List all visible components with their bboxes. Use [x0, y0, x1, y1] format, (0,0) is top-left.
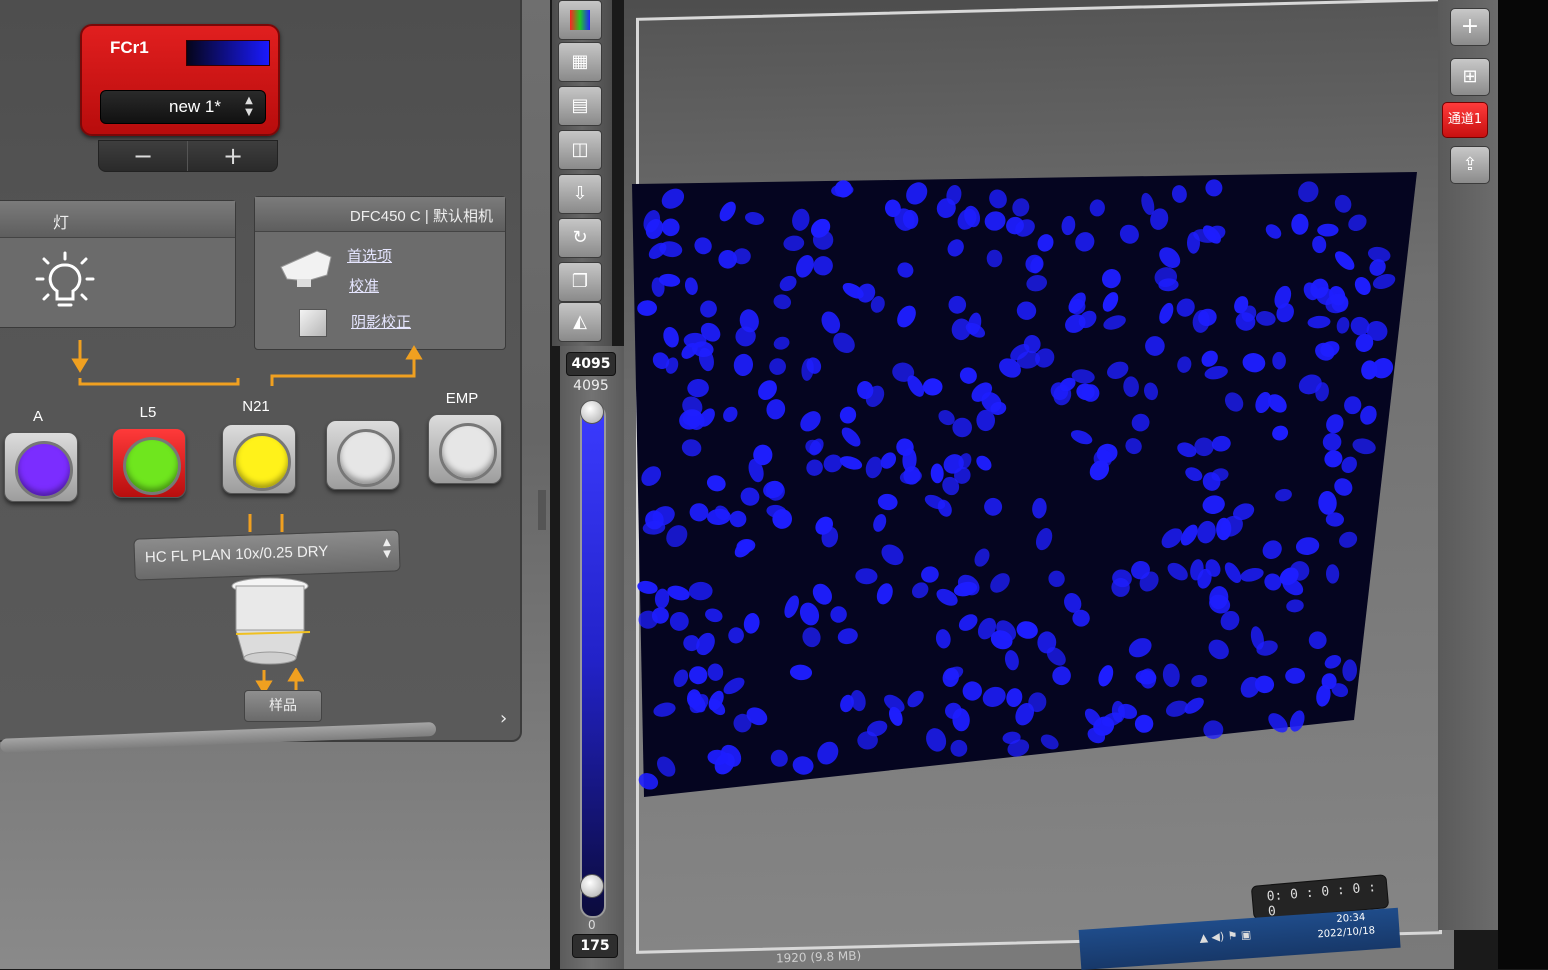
objective-stepper-icon[interactable]: ▲ ▼ [383, 537, 392, 561]
lut-column: 4095 4095 0 175 [560, 346, 624, 969]
overlay-icon[interactable]: ◫ [558, 130, 602, 170]
config-add-remove-bar: − + [98, 140, 278, 172]
add-viewer-button[interactable]: + [1450, 8, 1490, 46]
tray-icons[interactable]: ▲ ◀) ⚑ ▣ [1199, 928, 1252, 945]
filter-n21-disc [233, 433, 291, 491]
camera-icon [280, 250, 332, 287]
remove-config-button[interactable]: − [99, 141, 188, 171]
lightbulb-icon[interactable] [35, 251, 95, 315]
z-icon[interactable]: ⇩ [558, 174, 602, 214]
light-path-lines [71, 340, 423, 386]
camera-title: DFC450 C | 默认相机 [349, 208, 493, 225]
config-value: new 1* [169, 97, 221, 116]
lut-preview-swatch [186, 40, 270, 66]
camera-header: DFC450 C | 默认相机 [255, 197, 505, 232]
nucleus [1072, 609, 1090, 627]
fluorescence-cube-box: FCr1 new 1* ▲ ▼ [80, 24, 280, 136]
lut-min-handle[interactable] [580, 874, 604, 898]
shading-correction-checkbox[interactable] [299, 309, 327, 337]
objective-label: HC FL PLAN 10x/0.25 DRY [144, 542, 329, 567]
grid-layout-icon[interactable]: ⊞ [1450, 58, 1490, 96]
lut-max-handle[interactable] [580, 400, 604, 424]
expand-panel-icon[interactable]: › [500, 708, 507, 729]
measure-icon[interactable]: ▦ [558, 42, 602, 82]
lut-min-input[interactable]: 175 [572, 934, 618, 958]
objective-path-ticks [248, 514, 284, 532]
stack-icon[interactable]: ▤ [558, 86, 602, 126]
panel-splitter-handle[interactable] [538, 490, 546, 530]
objective-select[interactable]: HC FL PLAN 10x/0.25 DRY ▲ ▼ [133, 529, 401, 581]
camera-preferences-link[interactable]: 首选项 [347, 245, 392, 266]
channel-1-button[interactable]: 通道1 [1442, 102, 1488, 138]
monitor-bezel [1498, 0, 1548, 969]
nucleus [1272, 351, 1286, 370]
color-lut-icon[interactable] [558, 0, 602, 40]
viewer-toolbar: ▦ ▤ ◫ ⇩ ↻ ❐ ◭ [552, 0, 612, 346]
filter-n21-button[interactable] [222, 424, 296, 494]
tray-date: 2022/10/18 [1317, 925, 1376, 941]
lut-min-label: 0 [588, 918, 596, 932]
lut-max-input[interactable]: 4095 [566, 352, 616, 376]
filter-l5-button[interactable] [112, 428, 186, 498]
lut-max-label: 4095 [573, 378, 609, 394]
filter-a-disc [15, 441, 73, 499]
tray-time: 20:34 [1336, 912, 1366, 926]
lamp-title: 灯 [53, 213, 70, 232]
filter-label-emp: EMP [445, 390, 479, 407]
filter-empty-button[interactable] [326, 420, 400, 490]
objective-lens-icon [231, 577, 311, 665]
light-path-panel: FCr1 new 1* ▲ ▼ − + 灯 DFC450 C | 默认相机 首选… [0, 0, 522, 742]
filter-emp-disc [439, 423, 497, 481]
filter-label-a: A [32, 408, 43, 425]
filter-empty-disc [337, 429, 395, 487]
export-icon[interactable]: ⇪ [1450, 146, 1490, 184]
fluorescence-image[interactable] [632, 172, 1417, 797]
filter-l5-disc [123, 437, 181, 495]
lamp-header: 灯 [0, 201, 235, 238]
file-info: 1920 (9.8 MB) [775, 948, 862, 966]
nucleus [1187, 231, 1200, 254]
refresh-icon[interactable]: ↻ [558, 218, 602, 258]
lut-range-bar[interactable] [580, 404, 606, 918]
histogram-icon[interactable]: ◭ [558, 302, 602, 342]
config-stepper-icon[interactable]: ▲ ▼ [241, 95, 257, 119]
nucleus [753, 444, 773, 466]
left-control-panel: FCr1 new 1* ▲ ▼ − + 灯 DFC450 C | 默认相机 首选… [0, 0, 550, 969]
camera-box: DFC450 C | 默认相机 首选项 校准 阴影校正 [254, 196, 506, 350]
nucleus [1203, 720, 1224, 740]
config-select[interactable]: new 1* ▲ ▼ [100, 90, 266, 124]
filter-label-n21: N21 [242, 398, 270, 415]
add-config-button[interactable]: + [189, 141, 277, 171]
shading-correction-link[interactable]: 阴影校正 [351, 311, 411, 332]
fluorescence-cube-title: FCr1 [110, 38, 149, 57]
lamp-box: 灯 [0, 200, 236, 328]
filter-label-l5: L5 [139, 404, 157, 421]
sample-button[interactable]: 样品 [244, 690, 322, 722]
filter-emp-button[interactable] [428, 414, 502, 484]
filter-a-button[interactable] [4, 432, 78, 502]
camera-calibration-link[interactable]: 校准 [349, 275, 379, 296]
copy-icon[interactable]: ❐ [558, 262, 602, 302]
nucleus [986, 249, 1003, 268]
right-toolbar: + ⊞ 通道1 ⇪ [1438, 0, 1498, 930]
